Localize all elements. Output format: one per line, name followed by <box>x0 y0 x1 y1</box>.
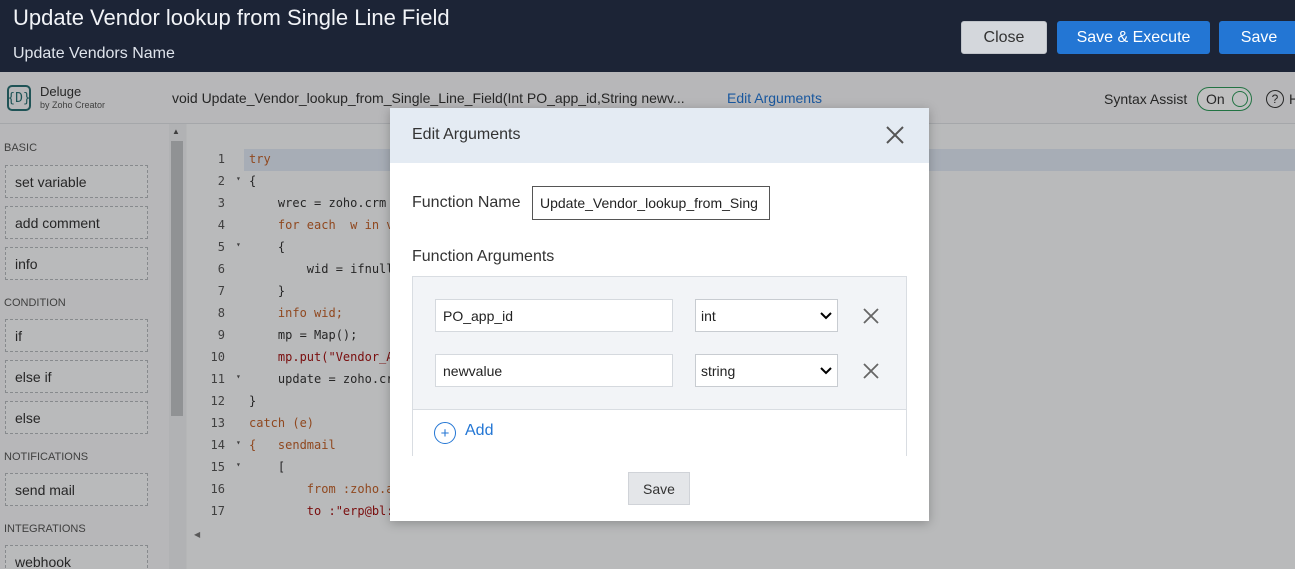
argument-name-input[interactable] <box>435 354 673 387</box>
header-bar: Update Vendor lookup from Single Line Fi… <box>0 0 1295 72</box>
argument-type-select[interactable]: int <box>695 299 838 332</box>
remove-argument-icon[interactable] <box>862 362 880 380</box>
add-circle-icon[interactable]: + <box>434 422 456 444</box>
dialog-title: Edit Arguments <box>412 126 521 143</box>
add-argument-row: + Add <box>413 409 906 456</box>
argument-type-value: string <box>701 362 736 379</box>
add-argument-button[interactable]: Add <box>465 422 493 440</box>
chevron-down-icon <box>820 311 832 319</box>
dialog-save-button[interactable]: Save <box>628 472 690 505</box>
chevron-down-icon <box>820 366 832 374</box>
function-name-input[interactable] <box>532 186 770 220</box>
page-title: Update Vendor lookup from Single Line Fi… <box>13 5 450 30</box>
argument-type-select[interactable]: string <box>695 354 838 387</box>
page-subtitle: Update Vendors Name <box>13 45 175 62</box>
function-arguments-label: Function Arguments <box>412 248 555 265</box>
function-name-label: Function Name <box>412 194 521 211</box>
close-button[interactable]: Close <box>961 21 1047 54</box>
close-icon[interactable] <box>884 124 906 146</box>
dialog-header: Edit Arguments <box>390 108 929 163</box>
edit-arguments-dialog: Edit Arguments Function Name Function Ar… <box>390 108 929 521</box>
save-execute-button[interactable]: Save & Execute <box>1057 21 1210 54</box>
argument-type-value: int <box>701 307 716 324</box>
save-button[interactable]: Save <box>1219 21 1295 54</box>
argument-name-input[interactable] <box>435 299 673 332</box>
arguments-list: int string + Add <box>412 276 907 456</box>
remove-argument-icon[interactable] <box>862 307 880 325</box>
